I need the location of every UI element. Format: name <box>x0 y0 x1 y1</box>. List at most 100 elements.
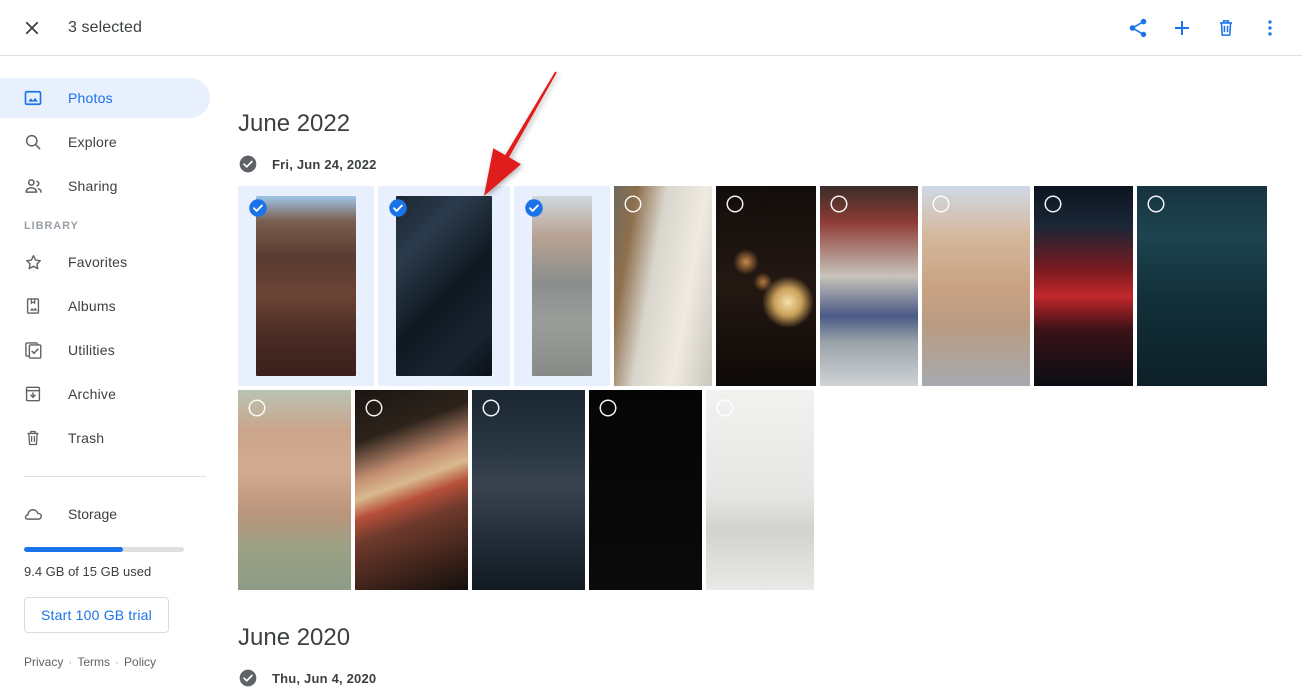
delete-button[interactable] <box>1206 8 1246 48</box>
photo-select-checkbox[interactable] <box>829 194 849 214</box>
share-button[interactable] <box>1118 8 1158 48</box>
storage-progress-fill <box>24 547 124 552</box>
utilities-icon <box>22 339 44 361</box>
storage-progress-bar <box>24 547 184 552</box>
check-circle-empty-icon <box>624 195 642 213</box>
sidebar-item-label: Archive <box>68 386 117 402</box>
cloud-icon <box>22 503 44 525</box>
photo-black-white-hand[interactable] <box>589 390 702 590</box>
check-circle-selected-icon <box>249 199 267 217</box>
search-icon <box>22 131 44 153</box>
month-header: June 2022 <box>238 110 351 137</box>
photo-thumbnail <box>1137 186 1267 386</box>
photo-select-checkbox[interactable] <box>1146 194 1166 214</box>
photo-alley-daylight[interactable] <box>238 186 374 386</box>
sidebar-item-albums[interactable]: Albums <box>0 286 210 326</box>
sidebar-section-library: LIBRARY <box>24 220 79 232</box>
share-icon <box>1129 18 1147 37</box>
sidebar-item-label: Photos <box>68 90 113 106</box>
check-circle-empty-icon <box>830 195 848 213</box>
terms-link[interactable]: Terms <box>77 655 110 669</box>
sidebar-item-favorites[interactable]: Favorites <box>0 242 210 282</box>
footer-links: Privacy · Terms · Policy <box>24 655 156 669</box>
check-circle-empty-icon <box>599 399 617 417</box>
more-options-button[interactable] <box>1250 8 1290 48</box>
photo-select-checkbox[interactable] <box>725 194 745 214</box>
check-circle-empty-icon <box>1044 195 1062 213</box>
sidebar-item-trash[interactable]: Trash <box>0 418 210 458</box>
photo-select-checkbox[interactable] <box>247 398 267 418</box>
photo-thumbnail <box>716 186 816 386</box>
photo-city-taxi[interactable] <box>820 186 918 386</box>
month-header: June 2020 <box>238 624 351 651</box>
photo-select-checkbox[interactable] <box>598 398 618 418</box>
date-select-checkbox[interactable] <box>238 154 258 174</box>
sidebar-item-photos[interactable]: Photos <box>0 78 210 118</box>
check-circle-empty-icon <box>1147 195 1165 213</box>
top-app-bar: 3 selected <box>0 0 1302 56</box>
date-label: Fri, Jun 24, 2022 <box>272 156 377 172</box>
photo-select-checkbox[interactable] <box>481 398 501 418</box>
photo-select-checkbox[interactable] <box>364 398 384 418</box>
photo-icon <box>22 87 44 109</box>
photo-select-checkbox[interactable] <box>1043 194 1063 214</box>
photo-thumbnail <box>589 390 702 590</box>
star-icon <box>22 251 44 273</box>
photo-lantern-alley-blue[interactable] <box>1137 186 1267 386</box>
photo-konbini-street[interactable] <box>922 186 1030 386</box>
photo-select-checkbox[interactable] <box>388 198 408 218</box>
topbar-actions <box>1118 8 1290 48</box>
photo-select-checkbox[interactable] <box>524 198 544 218</box>
photo-open-book[interactable] <box>355 390 468 590</box>
photo-lanterns[interactable] <box>716 186 816 386</box>
more-vert-icon <box>1268 19 1272 36</box>
date-label: Thu, Jun 4, 2020 <box>272 670 377 686</box>
check-circle-filled-icon <box>239 669 257 687</box>
selected-count-label: 3 selected <box>68 18 142 36</box>
sidebar: Photos Explore Sharing LIBRARY Favorites… <box>0 56 230 689</box>
photo-cyberpunk-street[interactable] <box>472 390 585 590</box>
trash-icon <box>1220 19 1232 36</box>
sidebar-item-archive[interactable]: Archive <box>0 374 210 414</box>
privacy-link[interactable]: Privacy <box>24 655 63 669</box>
photo-select-checkbox[interactable] <box>248 198 268 218</box>
photo-select-checkbox[interactable] <box>623 194 643 214</box>
footer-separator: · <box>68 655 73 669</box>
photo-street-crossing[interactable] <box>514 186 610 386</box>
archive-icon <box>22 383 44 405</box>
date-header-row: Thu, Jun 4, 2020 <box>238 668 1302 688</box>
check-circle-empty-icon <box>365 399 383 417</box>
photo-night-stairwell[interactable] <box>378 186 510 386</box>
photo-grid-main: June 2022 Fri, Jun 24, 2022 June 2020 Th… <box>230 56 1302 689</box>
photo-thumbnail <box>355 390 468 590</box>
add-to-button[interactable] <box>1162 8 1202 48</box>
photo-sketch-car[interactable] <box>706 390 814 590</box>
check-circle-filled-icon <box>239 155 257 173</box>
photo-select-checkbox[interactable] <box>931 194 951 214</box>
check-circle-empty-icon <box>726 195 744 213</box>
sidebar-item-utilities[interactable]: Utilities <box>0 330 210 370</box>
check-circle-empty-icon <box>932 195 950 213</box>
sidebar-item-label: Albums <box>68 298 116 314</box>
start-trial-button[interactable]: Start 100 GB trial <box>24 597 169 633</box>
sidebar-item-explore[interactable]: Explore <box>0 122 210 162</box>
close-selection-button[interactable] <box>12 8 52 48</box>
date-select-checkbox[interactable] <box>238 668 258 688</box>
sidebar-item-sharing[interactable]: Sharing <box>0 166 210 206</box>
photo-venice-canal[interactable] <box>238 390 351 590</box>
sidebar-item-label: Utilities <box>68 342 115 358</box>
sidebar-item-label: Explore <box>68 134 117 150</box>
photo-select-checkbox[interactable] <box>715 398 735 418</box>
sidebar-item-storage[interactable]: Storage <box>0 499 230 529</box>
trash-icon <box>22 427 44 449</box>
people-icon <box>22 175 44 197</box>
photo-thumbnail <box>614 186 712 386</box>
photo-thumbnail <box>922 186 1030 386</box>
storage-label: Storage <box>68 506 118 522</box>
photo-thumbnail <box>532 196 592 376</box>
photo-vending-machine[interactable] <box>614 186 712 386</box>
date-header-row: Fri, Jun 24, 2022 <box>238 154 1302 174</box>
photo-thumbnail <box>396 196 492 376</box>
photo-neon-alley-red[interactable] <box>1034 186 1133 386</box>
policy-link[interactable]: Policy <box>124 655 156 669</box>
